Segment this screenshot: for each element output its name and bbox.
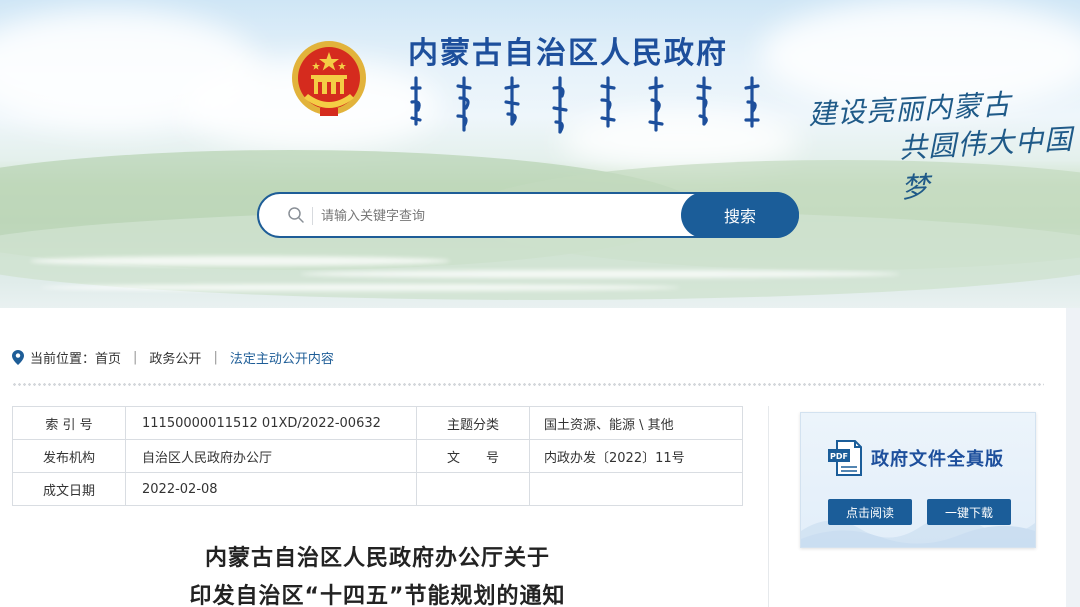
main-content: 当前位置： 首页 | 政务公开 | 法定主动公开内容 索 引 号 1115000… [0,308,1080,607]
meta-key: 成文日期 [12,472,126,506]
search-bar: 搜索 [257,192,799,238]
meta-key: 主题分类 [416,406,530,440]
breadcrumb-prefix: 当前位置： [30,352,96,367]
meta-value: 内政办发〔2022〕11号 [529,439,743,473]
table-row: 成文日期 2022-02-08 [12,472,743,506]
svg-text:PDF: PDF [830,452,848,461]
document-metadata-table: 索 引 号 11150000011512 01XD/2022-00632 主题分… [12,406,743,506]
official-document-card: PDF 政府文件全真版 点击阅读 一键下载 [800,412,1036,548]
breadcrumb-current[interactable]: 法定主动公开内容 [230,348,334,367]
river-decoration [300,270,900,278]
meta-key: 文 号 [416,439,530,473]
meta-value: 国土资源、能源 \ 其他 [529,406,743,440]
meta-key: 索 引 号 [12,406,126,440]
meta-value [529,472,743,506]
breadcrumb: 当前位置： 首页 | 政务公开 | 法定主动公开内容 [12,348,334,367]
search-button[interactable]: 搜索 [681,192,799,238]
national-emblem-icon [292,41,366,116]
page: 内蒙古自治区人民政府 建设亮丽内蒙古 共圆伟大中国梦 请输入关键字查询 搜索 当… [0,0,1080,607]
meta-value: 11150000011512 01XD/2022-00632 [125,406,417,440]
document-title: 内蒙古自治区人民政府办公厅关于 印发自治区“十四五”节能规划的通知 [12,540,743,607]
search-icon [288,207,304,223]
download-document-button[interactable]: 一键下载 [927,499,1011,525]
pdf-card-title: 政府文件全真版 [871,449,1004,470]
pdf-file-icon: PDF [828,440,862,476]
search-divider [312,207,313,225]
breadcrumb-separator: | [133,350,138,365]
header-banner: 内蒙古自治区人民政府 建设亮丽内蒙古 共圆伟大中国梦 请输入关键字查询 搜索 [0,0,1080,308]
meta-key: 发布机构 [12,439,126,473]
meta-value: 2022-02-08 [125,472,417,506]
breadcrumb-home[interactable]: 首页 [95,348,121,367]
meta-key [416,472,530,506]
search-input[interactable] [321,203,681,229]
river-decoration [30,256,450,266]
breadcrumb-gov-affairs[interactable]: 政务公开 [149,348,201,367]
mongolian-script-title [410,76,760,134]
table-row: 发布机构 自治区人民政府办公厅 文 号 内政办发〔2022〕11号 [12,439,743,473]
read-document-button[interactable]: 点击阅读 [828,499,912,525]
document-title-line-2: 印发自治区“十四五”节能规划的通知 [189,584,566,607]
meta-value: 自治区人民政府办公厅 [125,439,417,473]
river-decoration [40,284,680,291]
slogan-line-2: 共圆伟大中国梦 [898,122,1074,205]
dotted-divider [12,382,1044,388]
document-title-line-1: 内蒙古自治区人民政府办公厅关于 [204,546,550,571]
breadcrumb-separator: | [213,350,218,365]
column-divider [768,406,769,607]
table-row: 索 引 号 11150000011512 01XD/2022-00632 主题分… [12,406,743,440]
right-edge-shade [1066,308,1080,607]
location-pin-icon [12,350,24,365]
site-title: 内蒙古自治区人民政府 [408,36,728,71]
